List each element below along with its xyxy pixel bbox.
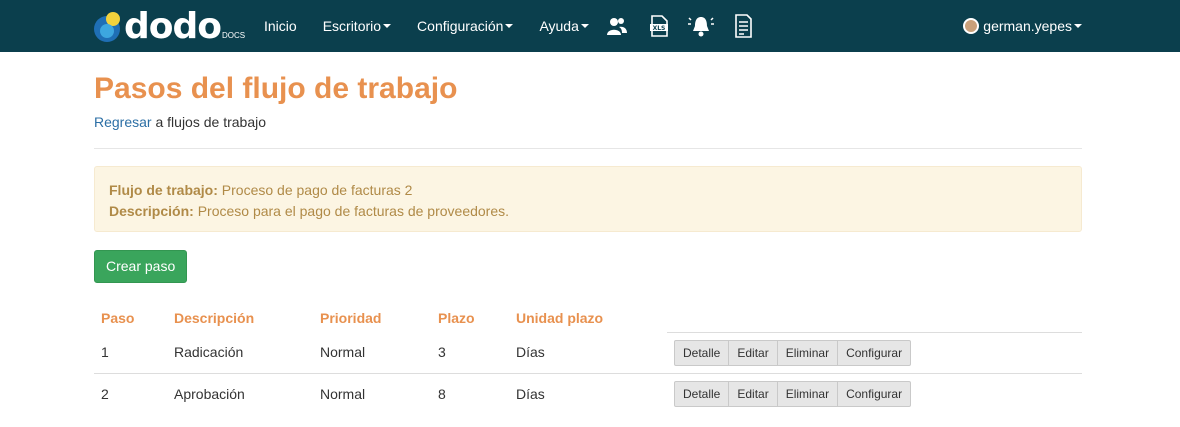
nav-escritorio[interactable]: Escritorio [322, 18, 392, 34]
cell-prioridad: Normal [313, 372, 431, 414]
cell-actions: Detalle Editar Eliminar Configurar [667, 372, 1082, 414]
cell-unidad: Días [509, 372, 667, 414]
cell-actions: Detalle Editar Eliminar Configurar [667, 332, 1082, 373]
create-step-button[interactable]: Crear paso [94, 250, 188, 283]
cell-unidad: Días [516, 344, 545, 361]
svg-text:XLS: XLS [653, 25, 666, 32]
detail-button[interactable]: Detalle [674, 380, 730, 407]
workflow-line: Flujo de trabajo: Proceso de pago de fac… [109, 180, 1067, 201]
brand-name: dodo [124, 6, 222, 47]
header-paso: Paso [101, 310, 135, 326]
cell-plazo: 3 [438, 344, 446, 361]
main-content: Pasos del flujo de trabajo Regresar a fl… [94, 52, 1082, 414]
divider [94, 148, 1082, 149]
dodo-logo-icon [94, 10, 128, 44]
bell-icon[interactable] [688, 13, 714, 39]
cell-prioridad: Normal [320, 344, 366, 361]
workflow-label: Flujo de trabajo: [109, 182, 218, 198]
back-line: Regresar a flujos de trabajo [94, 114, 1082, 130]
workflow-info-box: Flujo de trabajo: Proceso de pago de fac… [94, 166, 1082, 232]
xls-file-icon[interactable]: XLS [646, 13, 672, 39]
table-header-row: Paso Descripción Prioridad Plazo Unidad … [94, 304, 1082, 333]
cell-descripcion: Aprobación [167, 372, 313, 414]
top-navbar: dodo DOCS Inicio Escritorio Configuració… [0, 0, 1180, 52]
delete-button[interactable]: Eliminar [776, 380, 839, 407]
cell-descripcion: Radicación [174, 344, 244, 361]
page-title: Pasos del flujo de trabajo [94, 72, 458, 105]
caret-down-icon [580, 24, 589, 28]
description-value: Proceso para el pago de facturas de prov… [193, 203, 510, 219]
nav-escritorio-label: Escritorio [322, 18, 382, 34]
configure-button[interactable]: Configurar [837, 380, 912, 407]
table-row: 2 Aprobación Normal 8 Días Detalle Edita… [94, 372, 1082, 414]
delete-button[interactable]: Eliminar [776, 339, 839, 366]
steps-table: Paso Descripción Prioridad Plazo Unidad … [94, 304, 1082, 414]
users-icon[interactable] [604, 13, 630, 39]
caret-down-icon [1074, 24, 1082, 28]
cell-paso: 2 [94, 372, 167, 414]
avatar [963, 18, 980, 34]
caret-down-icon [505, 24, 514, 28]
row-actions: Detalle Editar Eliminar Configurar [674, 380, 912, 407]
user-menu[interactable]: german.yepes [963, 0, 1082, 52]
edit-button[interactable]: Editar [728, 380, 778, 407]
header-plazo: Plazo [438, 310, 475, 326]
configure-button[interactable]: Configurar [837, 339, 912, 366]
user-name: german.yepes [983, 18, 1072, 34]
header-descripcion: Descripción [174, 310, 255, 326]
edit-button[interactable]: Editar [728, 339, 778, 366]
row-actions: Detalle Editar Eliminar Configurar [674, 339, 912, 366]
back-link[interactable]: Regresar [94, 114, 152, 130]
cell-plazo: 8 [431, 372, 509, 414]
description-label: Descripción: [109, 203, 194, 219]
cell-paso: 1 [101, 344, 109, 361]
header-unidad-plazo: Unidad plazo [516, 310, 604, 326]
document-list-icon[interactable] [730, 13, 756, 39]
header-actions [667, 304, 1082, 333]
nav-configuracion-label: Configuración [417, 18, 504, 34]
nav-ayuda[interactable]: Ayuda [539, 18, 589, 34]
nav-configuracion[interactable]: Configuración [417, 18, 514, 34]
workflow-value: Proceso de pago de facturas 2 [217, 182, 413, 198]
brand-sub: DOCS [222, 31, 246, 40]
nav-inicio-label: Inicio [264, 18, 297, 34]
detail-button[interactable]: Detalle [674, 339, 730, 366]
header-prioridad: Prioridad [320, 310, 382, 326]
nav-icon-bar: XLS [604, 10, 772, 42]
brand-logo[interactable]: dodo DOCS [94, 8, 245, 46]
nav-ayuda-label: Ayuda [539, 18, 579, 34]
nav-inicio[interactable]: Inicio [264, 18, 297, 34]
caret-down-icon [383, 24, 392, 28]
description-line: Descripción: Proceso para el pago de fac… [109, 201, 1067, 222]
main-menu: Inicio Escritorio Configuración Ayuda [264, 0, 615, 52]
table-row: 1 Radicación Normal 3 Días Detalle Edita… [94, 332, 1082, 373]
back-suffix: a flujos de trabajo [151, 114, 266, 130]
